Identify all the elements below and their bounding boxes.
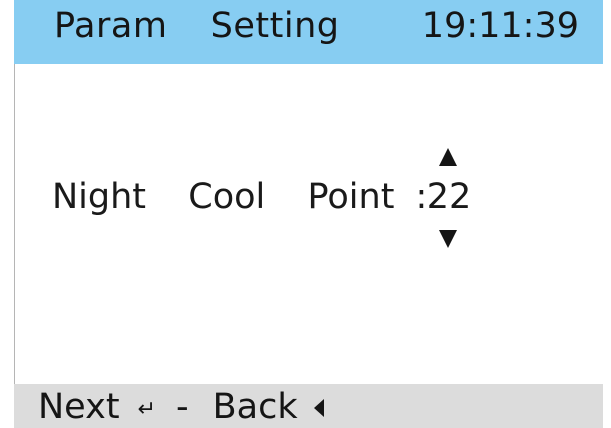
parameter-label: Night Cool Point : [52,177,428,217]
clock-time: 19:11:39 [421,6,579,46]
next-button[interactable]: Next [38,387,120,427]
footer-hints: Next ↵ - Back [38,387,324,427]
triangle-down-icon[interactable] [439,230,457,248]
screen-left-border [14,64,15,384]
triangle-up-icon[interactable] [439,148,457,166]
footer-separator: - [175,387,189,427]
triangle-left-icon [313,399,324,417]
page-title: Param Setting [54,6,340,46]
back-button[interactable]: Back [213,387,298,427]
night-cool-point-stepper[interactable]: 22 [421,138,477,258]
footer-bar: Next ↵ - Back [14,384,603,428]
header-bar: Param Setting 19:11:39 [14,0,603,64]
parameter-value[interactable]: 22 [421,177,477,217]
param-setting-screen: Param Setting 19:11:39 Night Cool Point … [0,0,611,428]
enter-icon: ↵ [137,396,156,422]
